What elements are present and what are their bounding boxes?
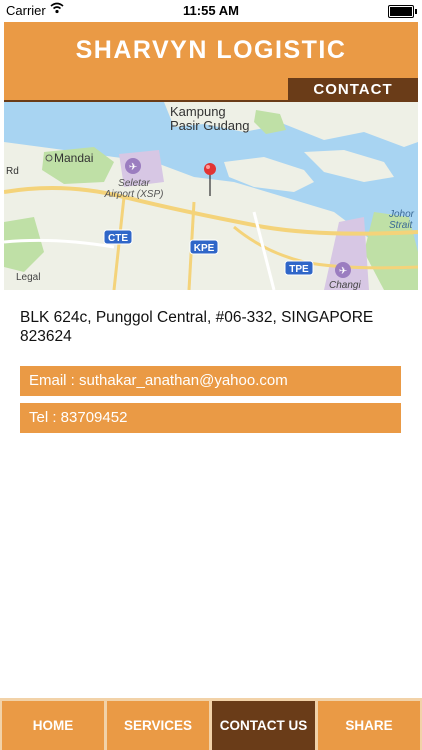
tab-bar: HOME SERVICES CONTACT US SHARE <box>0 698 422 750</box>
tab-home[interactable]: HOME <box>2 701 104 750</box>
status-time: 11:55 AM <box>183 3 239 18</box>
phone-button[interactable]: Tel : 83709452 <box>20 403 401 433</box>
airport-icon: ✈ <box>335 262 351 278</box>
map-label-strait: Strait <box>389 220 414 231</box>
kpe-label: KPE <box>194 243 215 254</box>
tab-contact-us[interactable]: CONTACT US <box>212 701 315 750</box>
battery-icon <box>388 5 417 18</box>
address-text: BLK 624c, Punggol Central, #06-332, SING… <box>20 309 374 345</box>
map-label-kampung: Kampung <box>170 104 226 119</box>
map-label-mandai: Mandai <box>54 151 93 165</box>
map-canvas: ✈ ✈ CTE KPE TPE Kampung Pasir Gudang Man… <box>4 102 418 290</box>
cte-label: CTE <box>108 233 128 244</box>
section-label: CONTACT <box>288 78 418 100</box>
map-legal-link[interactable]: Legal <box>16 272 40 283</box>
tpe-shield: TPE <box>284 260 314 276</box>
tpe-label: TPE <box>289 264 309 275</box>
status-bar: Carrier 11:55 AM <box>0 0 422 22</box>
map-label-seletar-xsp: Airport (XSP) <box>104 189 164 200</box>
airport-icon: ✈ <box>125 158 141 174</box>
email-button[interactable]: Email : suthakar_anathan@yahoo.com <box>20 366 401 396</box>
svg-text:✈: ✈ <box>129 162 137 173</box>
kpe-shield: KPE <box>189 239 219 255</box>
app-title: SHARVYN LOGISTIC <box>75 36 347 64</box>
map-label-changi: Changi <box>329 280 361 290</box>
location-map[interactable]: ✈ ✈ CTE KPE TPE Kampung Pasir Gudang Man… <box>4 102 418 290</box>
svg-text:✈: ✈ <box>339 266 347 277</box>
map-label-pasir-gudang: Pasir Gudang <box>170 118 250 133</box>
map-label-seletar: Seletar <box>118 178 150 189</box>
tab-services[interactable]: SERVICES <box>107 701 209 750</box>
cte-shield: CTE <box>103 229 133 245</box>
header: SHARVYN LOGISTIC CONTACT <box>4 22 418 100</box>
map-label-rd: Rd <box>6 166 19 177</box>
map-label-johor: Johor <box>388 209 415 220</box>
tab-share[interactable]: SHARE <box>318 701 420 750</box>
